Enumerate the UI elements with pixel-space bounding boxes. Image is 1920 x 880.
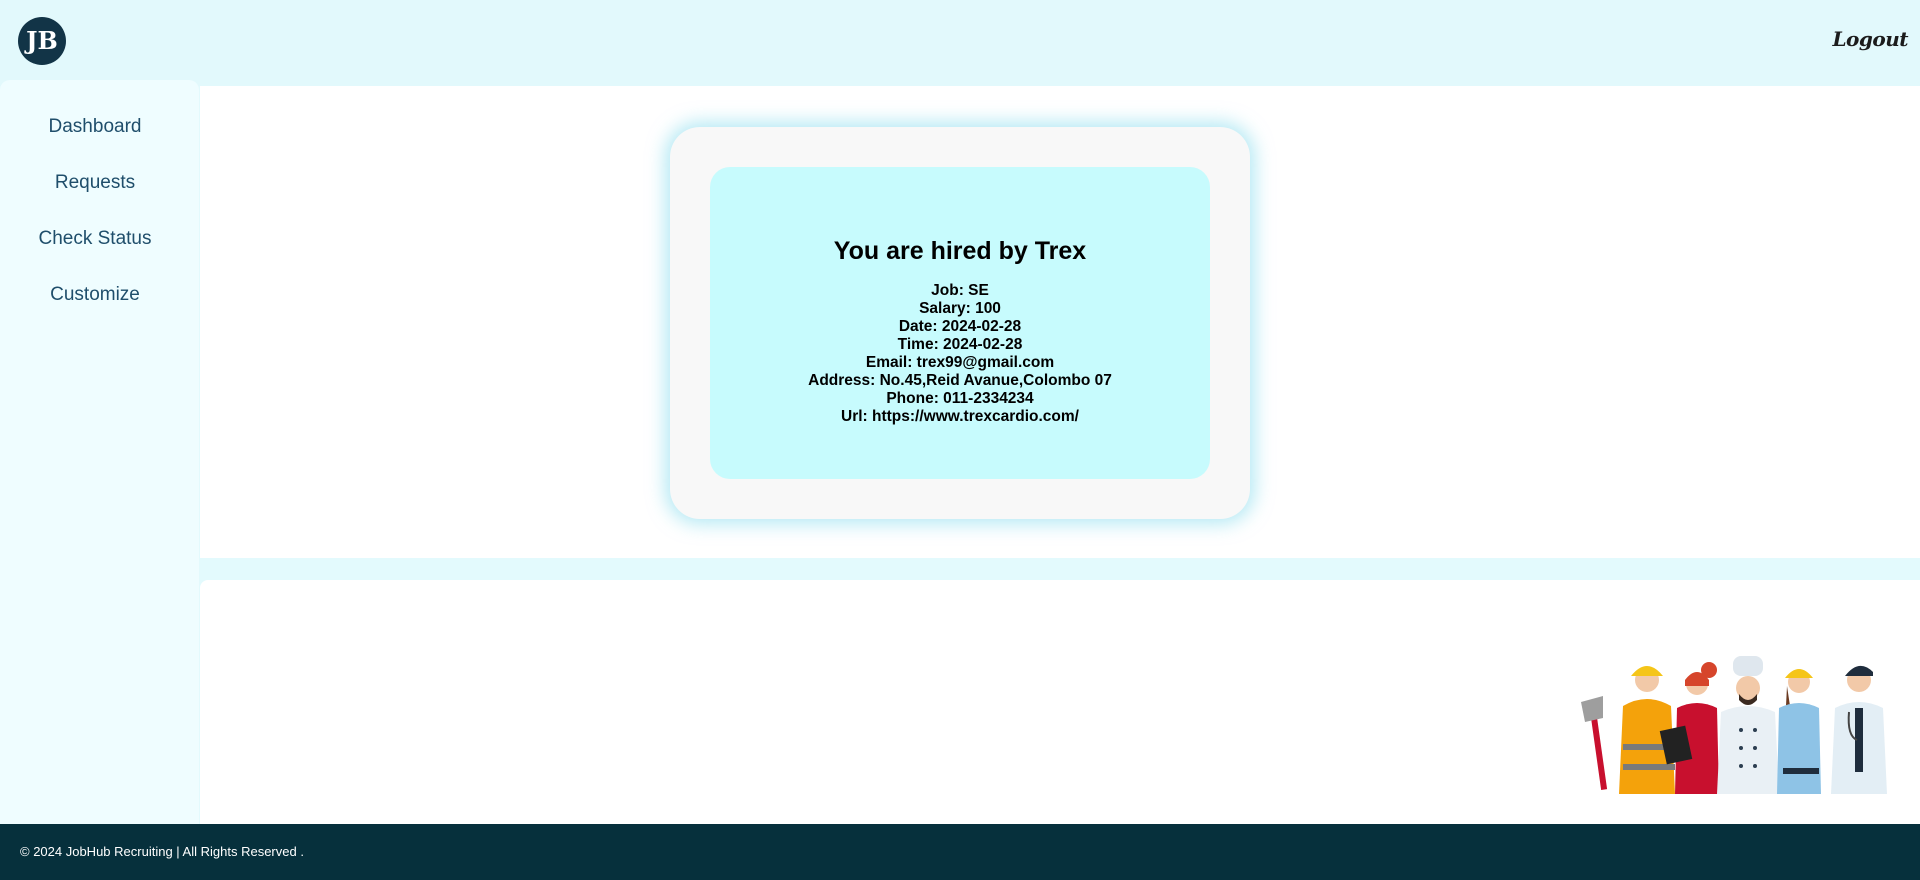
sidebar-item-check-status[interactable]: Check Status <box>0 228 190 250</box>
sidebar-item-requests[interactable]: Requests <box>0 172 190 194</box>
jb-logo-icon: JB <box>20 19 64 63</box>
sidebar-item-dashboard[interactable]: Dashboard <box>0 116 190 138</box>
detail-job: Job: SE <box>931 282 989 299</box>
jobhub-logo[interactable]: JB <box>18 17 66 65</box>
detail-url: Url: https://www.trexcardio.com/ <box>841 408 1079 425</box>
top-header: JB Logout <box>0 0 1920 86</box>
footer-copyright: © 2024 JobHub Recruiting | All Rights Re… <box>20 844 304 859</box>
detail-salary: Salary: 100 <box>919 300 1001 317</box>
detail-address: Address: No.45,Reid Avanue,Colombo 07 <box>808 372 1112 389</box>
workers-group-illustration <box>1581 656 1887 794</box>
detail-date: Date: 2024-02-28 <box>898 318 1022 335</box>
logo-lettering: JB <box>24 26 58 55</box>
hire-notification-card: You are hired by Trex Job: SE Salary: 10… <box>670 127 1250 519</box>
hire-title: You are hired by Trex <box>833 237 1087 265</box>
logout-link[interactable]: Logout <box>1832 27 1908 51</box>
detail-email: Email: trex99@gmail.com <box>865 354 1055 371</box>
footer: © 2024 JobHub Recruiting | All Rights Re… <box>0 824 1920 880</box>
detail-phone: Phone: 011-2334234 <box>886 390 1034 407</box>
hire-notification-body: You are hired by Trex Job: SE Salary: 10… <box>710 167 1210 479</box>
sidebar: Dashboard Requests Check Status Customiz… <box>0 80 199 824</box>
detail-time: Time: 2024-02-28 <box>897 336 1023 353</box>
sidebar-item-customize[interactable]: Customize <box>0 284 190 306</box>
